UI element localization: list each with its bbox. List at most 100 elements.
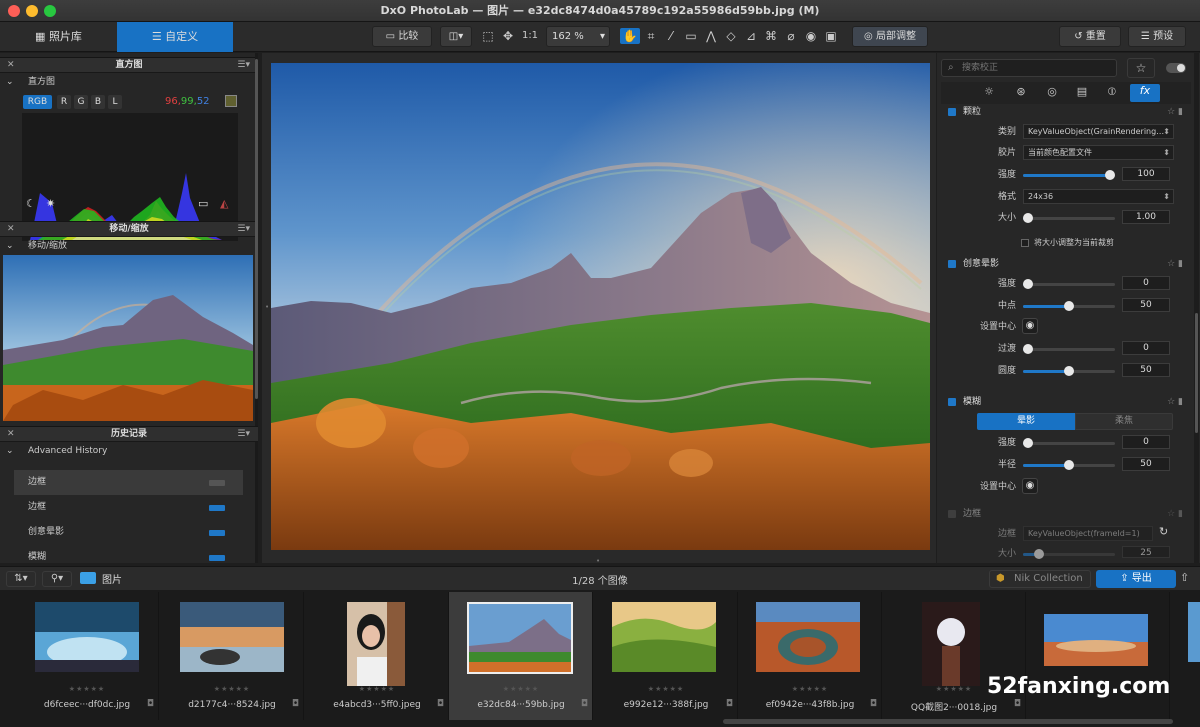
close-icon[interactable]: ✕ — [7, 222, 15, 237]
detail-icon[interactable]: ◎ — [1041, 85, 1063, 101]
vignette-round-slider[interactable] — [1023, 366, 1115, 376]
thumbnail-cell[interactable]: ★★★★★ d6fceec···df0dc.jpg ◘ — [15, 592, 159, 720]
vignette-enable-checkbox[interactable] — [948, 260, 956, 268]
color-icon[interactable]: ⊛ — [1010, 85, 1032, 101]
vignette-section-header[interactable]: 创意晕影 ☆ ▮ — [939, 256, 1193, 272]
blur-mode-soft[interactable]: 柔焦 — [1075, 413, 1173, 430]
zoom-window-button[interactable] — [44, 5, 56, 17]
history-toggle[interactable] — [209, 480, 225, 486]
thumbnail-cell[interactable]: ★★★★★ e992e12···388f.jpg ◘ — [594, 592, 738, 720]
navigator-preview[interactable] — [3, 255, 253, 421]
frame-enable-checkbox[interactable] — [948, 510, 956, 518]
history-panel-header[interactable]: ✕ 历史记录 ☰▾ — [0, 426, 258, 442]
frame-select[interactable]: KeyValueObject(frameId=1) — [1023, 526, 1153, 541]
local-adjust-button[interactable]: ◎ 局部调整 — [852, 26, 928, 47]
zoom-level-select[interactable]: 162 % ▾ — [546, 26, 610, 47]
channel-g[interactable]: G — [74, 95, 88, 109]
eye-icon[interactable]: ◉ — [803, 28, 819, 44]
vignette-strength-value[interactable]: 0 — [1122, 276, 1170, 290]
compare-button[interactable]: ▭ 比较 — [372, 26, 432, 47]
left-scrollbar-thumb[interactable] — [255, 59, 258, 399]
perspective-rect-icon[interactable]: ◇ — [723, 28, 739, 44]
blur-radius-slider[interactable] — [1023, 460, 1115, 470]
grain-type-select[interactable]: KeyValueObject(GrainRendering… ⬍ — [1023, 124, 1174, 139]
frame-size-value[interactable]: 25 — [1122, 546, 1170, 558]
display-icon[interactable]: ▭ — [198, 197, 208, 210]
grain-strength-slider[interactable] — [1023, 170, 1115, 180]
tab-library[interactable]: ▦ 照片库 — [0, 22, 117, 52]
history-item[interactable]: 创意晕影 — [14, 520, 243, 545]
history-toggle[interactable] — [209, 505, 225, 511]
rating-stars[interactable]: ★★★★★ — [449, 685, 593, 693]
image-viewer[interactable]: • • — [262, 53, 936, 565]
histogram-panel-header[interactable]: ✕ 直方图 ☰▾ — [0, 57, 258, 73]
move-panel-header[interactable]: ✕ 移动/缩放 ☰▾ — [0, 221, 258, 237]
shadow-clip-icon[interactable]: ☾ — [26, 197, 36, 210]
perspective-icon[interactable]: ⋀ — [703, 28, 719, 44]
close-window-button[interactable] — [8, 5, 20, 17]
history-item[interactable]: 边框 — [14, 470, 243, 495]
rating-stars[interactable]: ★★★★★ — [305, 685, 449, 693]
star-icon[interactable]: ☆ ▮ — [1167, 394, 1183, 410]
channel-l[interactable]: L — [108, 95, 122, 109]
distortion-icon[interactable]: ⊿ — [743, 28, 759, 44]
close-icon[interactable]: ✕ — [7, 58, 15, 73]
minimize-window-button[interactable] — [26, 5, 38, 17]
frame-size-slider[interactable] — [1023, 549, 1115, 559]
vignette-trans-slider[interactable] — [1023, 344, 1115, 354]
history-item[interactable]: 模糊 — [14, 545, 243, 563]
channel-rgb[interactable]: RGB — [23, 95, 52, 109]
thumbnail-cell-selected[interactable]: ★★★★★ e32dc84···59bb.jpg ◘ — [449, 592, 593, 720]
refresh-icon[interactable]: ↻ — [1159, 525, 1168, 538]
hand-tool-icon[interactable]: ✋ — [620, 28, 640, 44]
history-toggle[interactable] — [209, 555, 225, 561]
thumbnail-cell[interactable] — [1170, 592, 1200, 720]
menu-icon[interactable]: ☰▾ — [237, 222, 250, 237]
split-view-button[interactable]: ◫▾ — [440, 26, 472, 47]
thumbnail-cell[interactable] — [1026, 592, 1170, 720]
vignette-mid-slider[interactable] — [1023, 301, 1115, 311]
channel-b[interactable]: B — [91, 95, 105, 109]
vignette-trans-value[interactable]: 0 — [1122, 341, 1170, 355]
move-icon[interactable]: ✥ — [500, 28, 516, 44]
gamut-icon[interactable]: ◭ — [220, 197, 228, 210]
menu-icon[interactable]: ☰▾ — [237, 58, 250, 73]
export-button[interactable]: ⇪ 导出 — [1096, 570, 1176, 588]
blur-strength-slider[interactable] — [1023, 438, 1115, 448]
target-icon[interactable]: ◉ — [1022, 478, 1038, 494]
star-icon[interactable]: ☆ ▮ — [1167, 256, 1183, 272]
reset-button[interactable]: ↺ 重置 — [1059, 26, 1121, 47]
history-item[interactable]: 边框 — [14, 495, 243, 520]
target-icon[interactable]: ◉ — [1022, 318, 1038, 334]
grain-section-header[interactable]: 颗粒 ☆ ▮ — [939, 104, 1193, 120]
toggle-switch[interactable] — [1166, 63, 1186, 73]
favorite-star-icon[interactable]: ☆ — [1127, 58, 1155, 78]
star-icon[interactable]: ☆ ▮ — [1167, 506, 1183, 522]
tab-customize[interactable]: ☰ 自定义 — [117, 22, 233, 52]
blur-radius-value[interactable]: 50 — [1122, 457, 1170, 471]
bottom-collapse-handle[interactable]: • — [596, 557, 600, 565]
geometry-icon[interactable]: ▤ — [1071, 85, 1093, 101]
fit-screen-icon[interactable]: ⬚ — [480, 28, 496, 44]
channel-r[interactable]: R — [57, 95, 71, 109]
close-icon[interactable]: ✕ — [7, 427, 15, 442]
blur-strength-value[interactable]: 0 — [1122, 435, 1170, 449]
blur-mode-vignette[interactable]: 晕影 — [977, 413, 1075, 430]
thumbnail-cell[interactable]: ★★★★★ d2177c4···8524.jpg ◘ — [160, 592, 304, 720]
crop-icon[interactable]: ⌗ — [643, 28, 659, 44]
sort-icon[interactable]: ⇅▾ — [6, 571, 36, 587]
preset-button[interactable]: ☰ 预设 — [1128, 26, 1186, 47]
vignette-round-value[interactable]: 50 — [1122, 363, 1170, 377]
share-icon[interactable]: ⇧ — [1180, 571, 1189, 584]
mask-icon[interactable]: ▣ — [823, 28, 839, 44]
vignette-mid-value[interactable]: 50 — [1122, 298, 1170, 312]
blur-enable-checkbox[interactable] — [948, 398, 956, 406]
rating-stars[interactable]: ★★★★★ — [594, 685, 738, 693]
zoom-1to1-button[interactable]: 1:1 — [520, 28, 540, 44]
white-balance-picker-icon[interactable]: ⁄ — [663, 28, 679, 44]
light-icon[interactable]: ☼ — [978, 85, 1000, 101]
rating-stars[interactable]: ★★★★★ — [738, 685, 882, 693]
filmstrip-scrollbar[interactable] — [723, 719, 1173, 724]
horizon-icon[interactable]: ▭ — [683, 28, 699, 44]
repair-icon[interactable]: ⌀ — [783, 28, 799, 44]
